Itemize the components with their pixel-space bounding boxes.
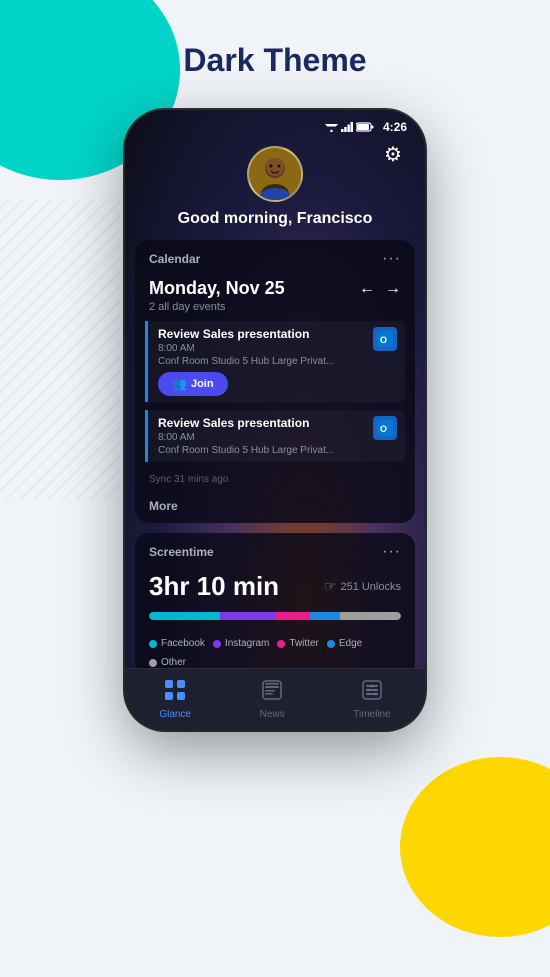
- screentime-duration: 3hr 10 min: [149, 571, 279, 602]
- calendar-header: Calendar ···: [135, 240, 415, 274]
- legend-instagram: Instagram: [213, 638, 269, 649]
- screentime-header: Screentime ···: [135, 533, 415, 567]
- screentime-bar: [149, 612, 401, 620]
- blob-lines-decoration: [0, 200, 120, 500]
- blob-yellow-decoration: [400, 757, 550, 937]
- news-label: News: [260, 709, 285, 720]
- calendar-event-2: Review Sales presentation 8:00 AM Conf R…: [145, 410, 405, 462]
- join-label: Join: [191, 378, 214, 390]
- svg-text:O: O: [380, 424, 387, 434]
- phone-content[interactable]: Calendar ··· Monday, Nov 25 ← → 2 all da…: [125, 240, 425, 680]
- more-text[interactable]: More: [135, 493, 415, 523]
- join-button[interactable]: 👥 Join: [158, 372, 228, 396]
- legend-other: Other: [149, 657, 186, 668]
- event-1-title: Review Sales presentation: [158, 327, 367, 341]
- nav-glance[interactable]: Glance: [159, 679, 191, 720]
- timeline-icon: [361, 679, 383, 706]
- gear-icon: ⚙: [384, 142, 402, 167]
- edge-label: Edge: [339, 638, 362, 649]
- screentime-unlocks: ☞ 251 Unlocks: [324, 578, 401, 595]
- screentime-more-button[interactable]: ···: [382, 543, 401, 561]
- event-1-time: 8:00 AM: [158, 343, 367, 354]
- calendar-more-button[interactable]: ···: [382, 250, 401, 268]
- news-icon: [261, 679, 283, 706]
- profile-section: ⚙ Good morning, Francisco: [125, 138, 425, 240]
- event-2-app-icon: O: [373, 416, 397, 440]
- page-title: Dark Theme: [0, 42, 550, 79]
- facebook-label: Facebook: [161, 638, 205, 649]
- outlook-icon: O: [377, 331, 393, 347]
- event-2-content: Review Sales presentation 8:00 AM Conf R…: [158, 416, 367, 456]
- event-1-content: Review Sales presentation 8:00 AM Conf R…: [158, 327, 367, 396]
- unlocks-count: 251 Unlocks: [340, 581, 401, 593]
- avatar-image: [249, 148, 301, 200]
- calendar-widget: Calendar ··· Monday, Nov 25 ← → 2 all da…: [135, 240, 415, 523]
- legend-edge: Edge: [327, 638, 362, 649]
- calendar-event-1: Review Sales presentation 8:00 AM Conf R…: [145, 321, 405, 402]
- avatar: [247, 146, 303, 202]
- instagram-label: Instagram: [225, 638, 269, 649]
- event-1-location: Conf Room Studio 5 Hub Large Privat...: [158, 356, 367, 367]
- other-dot: [149, 659, 157, 667]
- calendar-date-row: Monday, Nov 25 ← →: [135, 274, 415, 299]
- bottom-nav: Glance News: [125, 668, 425, 730]
- screentime-bar-container: [135, 608, 415, 638]
- wifi-icon: [325, 122, 338, 132]
- sync-text: Sync 31 mins ago: [135, 470, 415, 493]
- outlook-icon-2: O: [377, 420, 393, 436]
- svg-text:O: O: [380, 335, 387, 345]
- fingerprint-icon: ☞: [324, 578, 337, 595]
- facebook-dot: [149, 640, 157, 648]
- calendar-sub: 2 all day events: [135, 299, 415, 321]
- bar-edge: [310, 612, 340, 620]
- screentime-main: 3hr 10 min ☞ 251 Unlocks: [135, 567, 415, 608]
- bar-instagram: [220, 612, 275, 620]
- twitter-label: Twitter: [289, 638, 318, 649]
- signal-icon: [341, 122, 353, 132]
- event-2-time: 8:00 AM: [158, 432, 367, 443]
- teams-icon: 👥: [172, 377, 187, 391]
- glance-icon: [164, 679, 186, 706]
- status-bar: 4:26: [125, 110, 425, 138]
- phone-mockup: 4:26 ⚙ Good m: [125, 110, 425, 730]
- status-time: 4:26: [383, 120, 407, 134]
- twitter-dot: [277, 640, 285, 648]
- instagram-dot: [213, 640, 221, 648]
- calendar-date: Monday, Nov 25: [149, 278, 285, 299]
- nav-timeline[interactable]: Timeline: [353, 679, 390, 720]
- legend-facebook: Facebook: [149, 638, 205, 649]
- other-label: Other: [161, 657, 186, 668]
- event-2-location: Conf Room Studio 5 Hub Large Privat...: [158, 445, 367, 456]
- bar-twitter: [275, 612, 310, 620]
- calendar-prev-button[interactable]: ←: [359, 280, 375, 298]
- calendar-nav: ← →: [359, 280, 401, 298]
- calendar-next-button[interactable]: →: [385, 280, 401, 298]
- glance-label: Glance: [159, 709, 191, 720]
- settings-button[interactable]: ⚙: [377, 138, 409, 170]
- calendar-title: Calendar: [149, 252, 200, 266]
- timeline-label: Timeline: [353, 709, 390, 720]
- legend-twitter: Twitter: [277, 638, 318, 649]
- event-1-app-icon: O: [373, 327, 397, 351]
- event-2-title: Review Sales presentation: [158, 416, 367, 430]
- screentime-title: Screentime: [149, 545, 214, 559]
- status-icons: [325, 122, 374, 132]
- greeting-text: Good morning, Francisco: [178, 210, 373, 228]
- screentime-widget: Screentime ··· 3hr 10 min ☞ 251 Unlocks: [135, 533, 415, 678]
- bar-facebook: [149, 612, 220, 620]
- edge-dot: [327, 640, 335, 648]
- nav-news[interactable]: News: [260, 679, 285, 720]
- bar-other: [340, 612, 400, 620]
- battery-icon: [356, 122, 374, 132]
